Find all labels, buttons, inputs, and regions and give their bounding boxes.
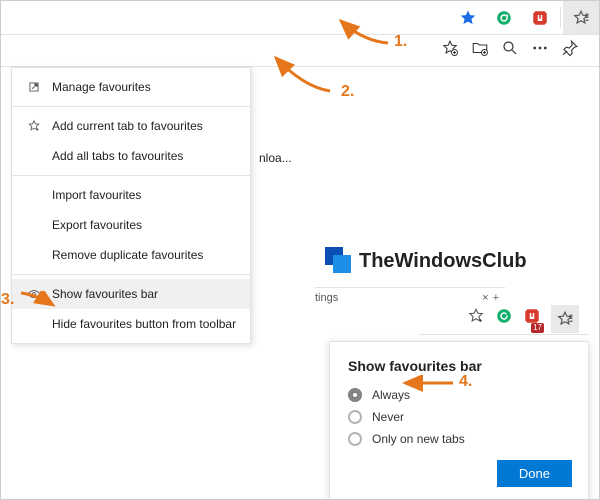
menu-show-favourites-bar[interactable]: Show favourites bar (12, 279, 250, 309)
menu-item-label: Manage favourites (52, 80, 151, 94)
extension-grammarly[interactable] (486, 1, 522, 34)
extension-grammarly[interactable] (495, 307, 513, 330)
toolbar-separator (560, 7, 561, 28)
menu-add-current-tab[interactable]: Add current tab to favourites (12, 111, 250, 141)
star-plus-icon (441, 39, 459, 57)
folder-plus-icon (471, 39, 489, 57)
menu-separator (12, 274, 250, 275)
favourites-menu: Manage favourites Add current tab to fav… (11, 67, 251, 344)
show-favourites-bar-dialog: Show favourites bar Always Never Only on… (329, 341, 589, 500)
menu-separator (12, 175, 250, 176)
search-icon (501, 39, 519, 57)
option-label: Always (372, 388, 410, 402)
menu-manage-favourites[interactable]: Manage favourites (12, 72, 250, 102)
option-always[interactable]: Always (348, 384, 572, 406)
watermark-text: TheWindowsClub (359, 250, 527, 273)
add-fav-button[interactable] (441, 39, 459, 62)
favourites-button[interactable] (551, 305, 579, 333)
pin-icon (561, 39, 579, 57)
menu-add-all-tabs[interactable]: Add all tabs to favourites (12, 141, 250, 171)
menu-export-favourites[interactable]: Export favourites (12, 210, 250, 240)
star-plus-icon (26, 118, 42, 134)
menu-item-label: Import favourites (52, 188, 141, 202)
option-never[interactable]: Never (348, 406, 572, 428)
radio-icon (348, 432, 362, 446)
option-label: Only on new tabs (372, 432, 465, 446)
more-button[interactable] (531, 39, 549, 62)
extension-adblock[interactable] (522, 1, 558, 34)
menu-item-label: Hide favourites button from toolbar (52, 317, 236, 331)
browser-toolbar (1, 1, 599, 35)
menu-hide-favourites-button[interactable]: Hide favourites button from toolbar (12, 309, 250, 339)
tab-strip-fragment: tings + × (315, 287, 505, 304)
browser-toolbar-fragment: 17 (419, 303, 589, 335)
menu-import-favourites[interactable]: Import favourites (12, 180, 250, 210)
menu-item-label: Export favourites (52, 218, 142, 232)
badge-count: 17 (531, 323, 544, 333)
menu-remove-duplicates[interactable]: Remove duplicate favourites (12, 240, 250, 270)
watermark: TheWindowsClub (325, 247, 527, 275)
radio-icon (348, 388, 362, 402)
favourites-button[interactable] (563, 1, 599, 34)
favourites-icon (556, 310, 574, 328)
search-button[interactable] (501, 39, 519, 62)
eye-icon (26, 286, 42, 302)
menu-item-label: Add current tab to favourites (52, 119, 203, 133)
add-favourite-button[interactable] (467, 307, 485, 330)
option-only-new-tabs[interactable]: Only on new tabs (348, 428, 572, 450)
background-text-fragment: nloa... (259, 151, 292, 165)
menu-separator (12, 106, 250, 107)
hand-icon (531, 9, 549, 27)
menu-item-label: Show favourites bar (52, 287, 158, 301)
open-external-icon (26, 79, 42, 95)
menu-item-label: Add all tabs to favourites (52, 149, 183, 163)
tab-label-fragment[interactable]: tings (315, 292, 338, 304)
extension-adblock[interactable]: 17 (523, 307, 541, 330)
pin-button[interactable] (561, 39, 579, 62)
g-icon (495, 9, 513, 27)
watermark-logo (325, 247, 353, 275)
favourites-icon (572, 9, 590, 27)
radio-icon (348, 410, 362, 424)
blue-star-icon (459, 9, 477, 27)
annotation-number-2: 2. (341, 83, 354, 101)
more-icon (531, 39, 549, 57)
done-button[interactable]: Done (497, 460, 572, 487)
g-icon (495, 307, 513, 325)
add-folder-button[interactable] (471, 39, 489, 62)
option-label: Never (372, 410, 404, 424)
dialog-title: Show favourites bar (348, 358, 572, 374)
favourites-toolbar (1, 35, 599, 67)
menu-item-label: Remove duplicate favourites (52, 248, 203, 262)
star-plus-icon (467, 307, 485, 325)
extension-bluestar[interactable] (450, 1, 486, 34)
